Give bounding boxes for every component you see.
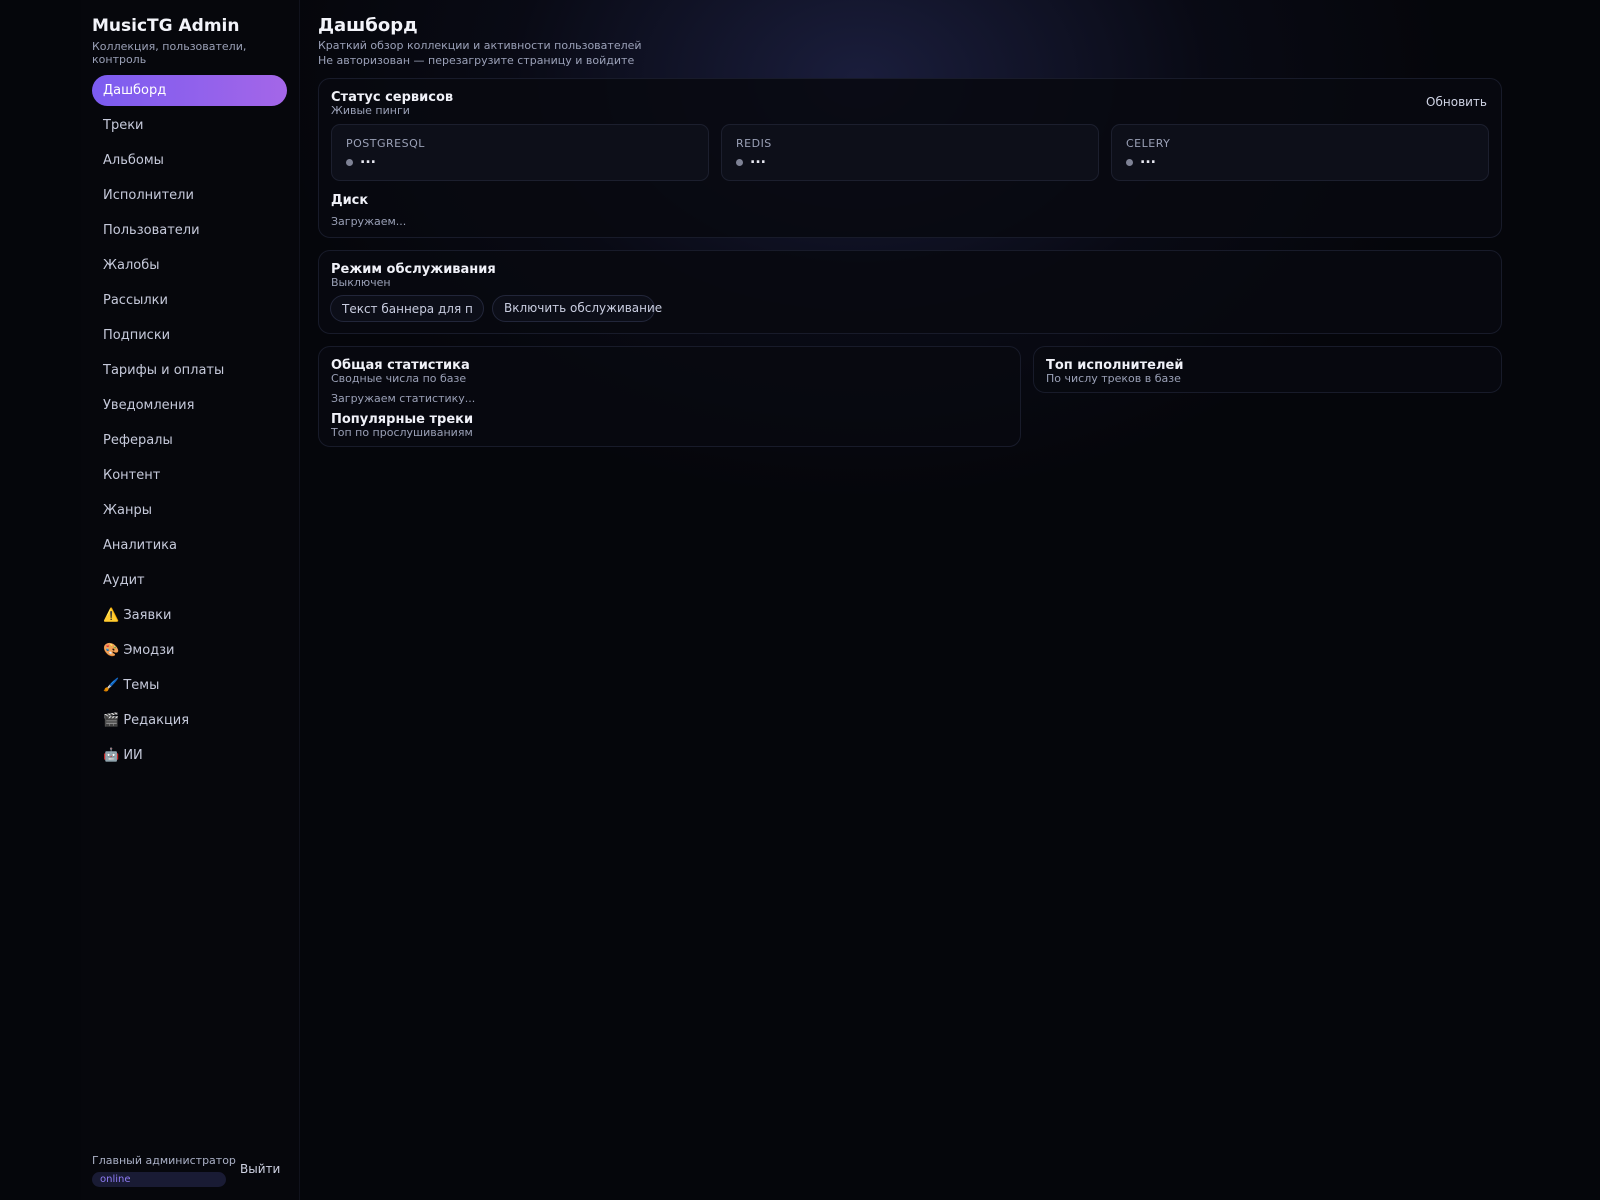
sidebar-item-emoji[interactable]: 🎨 Эмодзи xyxy=(92,635,287,666)
sidebar-item-audit[interactable]: Аудит xyxy=(92,565,287,596)
service-value: ... xyxy=(360,151,376,167)
sidebar-item-referrals[interactable]: Рефералы xyxy=(92,425,287,456)
stats-subtitle: Сводные числа по базе xyxy=(331,372,467,385)
sidebar-item-broadcasts[interactable]: Рассылки xyxy=(92,285,287,316)
services-title: Статус сервисов xyxy=(331,90,454,105)
sidebar: MusicTG Admin Коллекция, пользователи, к… xyxy=(81,0,300,1200)
status-dot-icon xyxy=(736,159,743,166)
banner-text-input[interactable] xyxy=(330,295,484,322)
service-postgresql: POSTGRESQL ... xyxy=(331,124,709,181)
sidebar-item-artists[interactable]: Исполнители xyxy=(92,180,287,211)
maintenance-status: Выключен xyxy=(331,276,391,289)
sidebar-item-albums[interactable]: Альбомы xyxy=(92,145,287,176)
page-title: Дашборд xyxy=(318,15,418,36)
enable-maintenance-button[interactable]: Включить обслуживание xyxy=(492,295,662,322)
sidebar-item-editorial[interactable]: 🎬 Редакция xyxy=(92,705,287,736)
popular-tracks-subtitle: Топ по прослушиваниям xyxy=(331,426,473,439)
status-dot-icon xyxy=(1126,159,1133,166)
services-subtitle: Живые пинги xyxy=(331,104,410,117)
logout-button[interactable]: Выйти xyxy=(240,1162,280,1176)
service-celery: CELERY ... xyxy=(1111,124,1489,181)
top-artists-subtitle: По числу треков в базе xyxy=(1046,372,1181,385)
sidebar-item-plans-payments[interactable]: Тарифы и оплаты xyxy=(92,355,287,386)
stats-title: Общая статистика xyxy=(331,358,470,373)
popular-tracks-title: Популярные треки xyxy=(331,412,474,427)
services-status-card: Статус сервисов Живые пинги Обновить POS… xyxy=(318,78,1502,238)
maintenance-title: Режим обслуживания xyxy=(331,262,496,277)
sidebar-item-notifications[interactable]: Уведомления xyxy=(92,390,287,421)
status-dot-icon xyxy=(346,159,353,166)
sidebar-item-dashboard[interactable]: Дашборд xyxy=(92,75,287,106)
sidebar-item-tracks[interactable]: Треки xyxy=(92,110,287,141)
sidebar-item-complaints[interactable]: Жалобы xyxy=(92,250,287,281)
maintenance-card: Режим обслуживания Выключен Включить обс… xyxy=(318,250,1502,334)
service-name: REDIS xyxy=(736,137,772,150)
general-stats-card: Общая статистика Сводные числа по базе З… xyxy=(318,346,1021,447)
sidebar-item-themes[interactable]: 🖌️ Темы xyxy=(92,670,287,701)
stats-loading: Загружаем статистику... xyxy=(331,392,476,405)
service-name: POSTGRESQL xyxy=(346,137,425,150)
sidebar-item-ai[interactable]: 🤖 ИИ xyxy=(92,740,287,771)
sidebar-footer: Главный администратор online Выйти xyxy=(92,1154,287,1187)
auth-notice: Не авторизован — перезагрузите страницу … xyxy=(318,54,635,67)
sidebar-item-users[interactable]: Пользователи xyxy=(92,215,287,246)
sidebar-item-genres[interactable]: Жанры xyxy=(92,495,287,526)
disk-status: Загружаем... xyxy=(331,215,407,228)
brand-subtitle: Коллекция, пользователи, контроль xyxy=(92,40,247,66)
top-artists-card: Топ исполнителей По числу треков в базе xyxy=(1033,346,1502,393)
page-subtitle: Краткий обзор коллекции и активности пол… xyxy=(318,39,642,52)
sidebar-item-subscriptions[interactable]: Подписки xyxy=(92,320,287,351)
brand-title: MusicTG Admin xyxy=(92,16,240,36)
service-value: ... xyxy=(1140,151,1156,167)
top-artists-title: Топ исполнителей xyxy=(1046,358,1184,373)
sidebar-item-requests[interactable]: ⚠️ Заявки xyxy=(92,600,287,631)
sidebar-item-analytics[interactable]: Аналитика xyxy=(92,530,287,561)
disk-title: Диск xyxy=(331,193,369,208)
brand: MusicTG Admin Коллекция, пользователи, к… xyxy=(92,16,299,66)
service-name: CELERY xyxy=(1126,137,1171,150)
refresh-button[interactable]: Обновить xyxy=(1426,95,1487,109)
service-value: ... xyxy=(750,151,766,167)
service-redis: REDIS ... xyxy=(721,124,1099,181)
status-badge: online xyxy=(92,1172,226,1187)
sidebar-item-content[interactable]: Контент xyxy=(92,460,287,491)
sidebar-nav: Дашборд Треки Альбомы Исполнители Пользо… xyxy=(92,75,287,775)
